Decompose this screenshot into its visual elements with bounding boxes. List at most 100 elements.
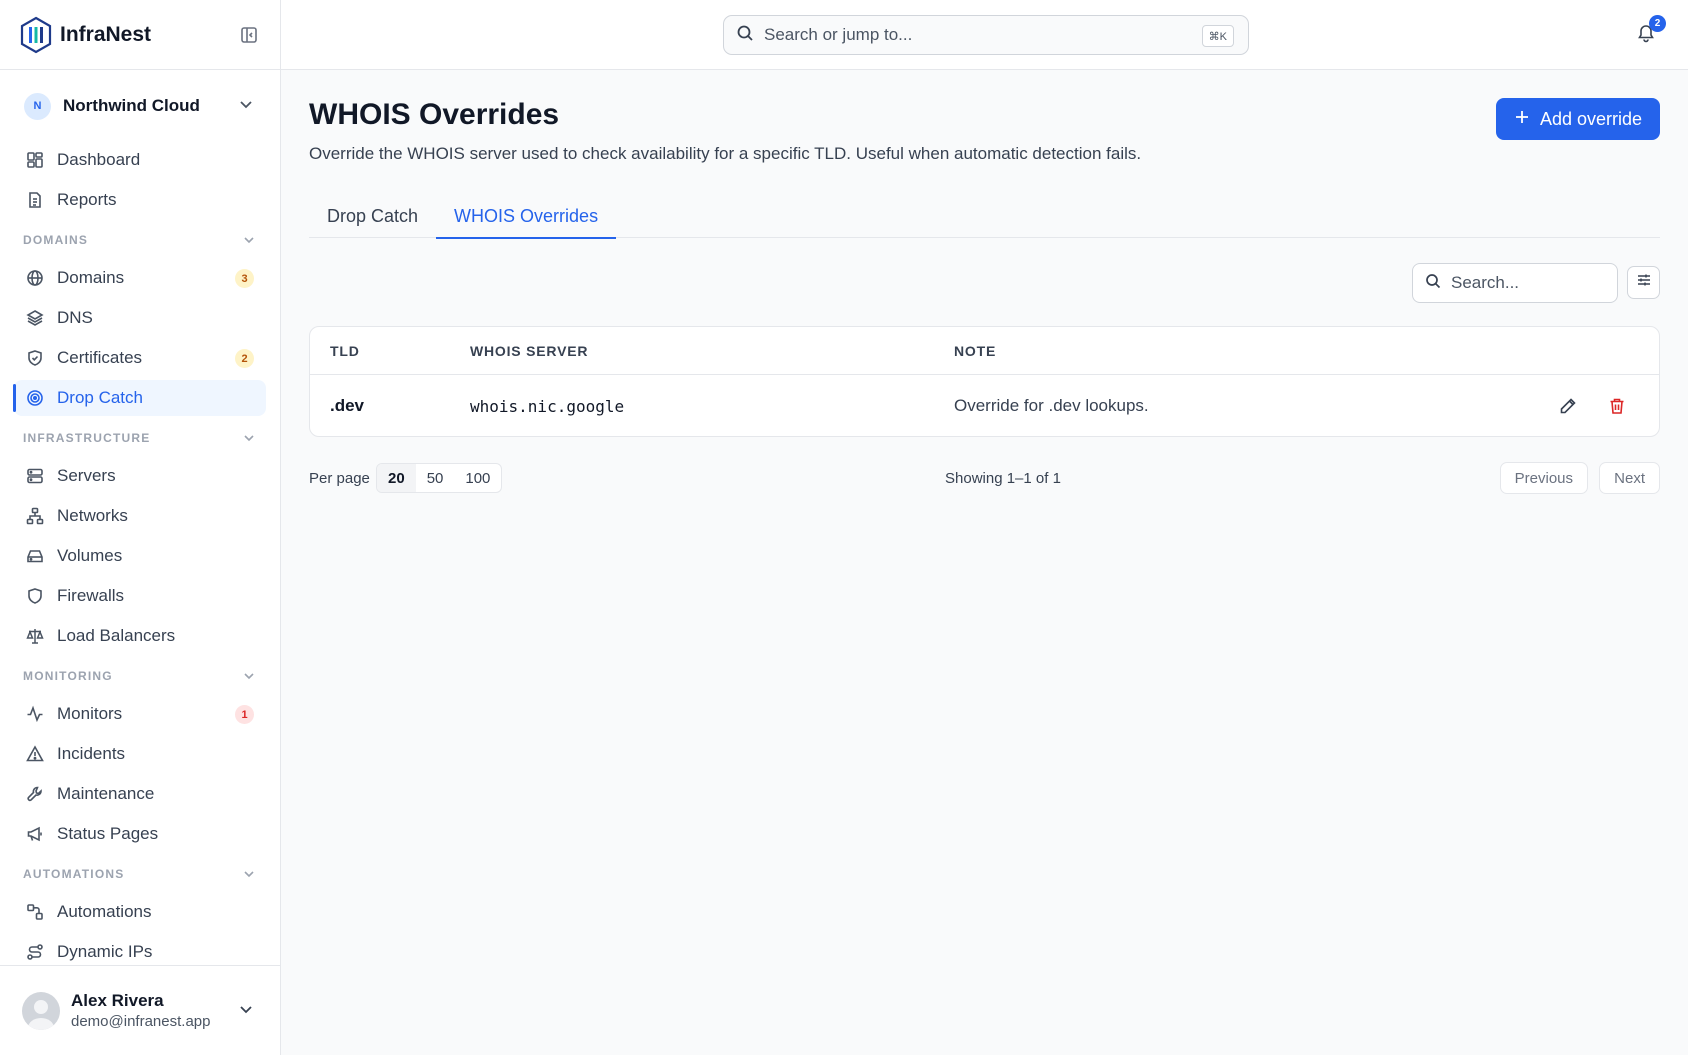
sidebar-item-label: Networks: [57, 506, 128, 525]
sidebar-item-domains[interactable]: Domains 3: [14, 260, 266, 296]
sliders-icon: [1636, 272, 1652, 293]
sidebar-item-label: Servers: [57, 466, 116, 485]
chevron-down-icon: [242, 867, 256, 884]
sidebar-item-label: Dynamic IPs: [57, 942, 153, 961]
sidebar-item-certificates[interactable]: Certificates 2: [14, 340, 266, 376]
section-title: AUTOMATIONS: [23, 867, 125, 881]
sidebar-item-status-pages[interactable]: Status Pages: [14, 816, 266, 852]
avatar: [22, 991, 60, 1030]
cell-whois-server: whois.nic.google: [470, 397, 625, 416]
sidebar-item-networks[interactable]: Networks: [14, 498, 266, 534]
drive-icon: [25, 546, 45, 566]
sidebar-item-label: DNS: [57, 308, 93, 327]
sidebar-item-load-balancers[interactable]: Load Balancers: [14, 618, 266, 654]
cell-note: Override for .dev lookups.: [954, 396, 1149, 415]
search-placeholder: Search...: [1451, 273, 1520, 292]
sidebar-item-label: Firewalls: [57, 586, 125, 605]
app-name: InfraNest: [60, 22, 152, 46]
section-monitoring[interactable]: MONITORING: [14, 658, 266, 694]
org-avatar: N: [24, 92, 51, 120]
count-badge: 3: [235, 269, 254, 288]
sidebar-item-label: Status Pages: [57, 824, 159, 843]
sidebar-item-label: Automations: [57, 902, 152, 921]
scale-icon: [25, 626, 45, 646]
add-override-label: Add override: [1539, 108, 1642, 129]
tab-whois-overrides[interactable]: WHOIS Overrides: [436, 194, 617, 239]
chevron-down-icon: [242, 669, 256, 686]
per-page-option-20[interactable]: 20: [377, 464, 416, 492]
sidebar-item-servers[interactable]: Servers: [14, 458, 266, 494]
table-row[interactable]: .dev whois.nic.google Override for .dev …: [310, 375, 1659, 436]
user-email: demo@infranest.app: [71, 1013, 211, 1030]
next-page-button[interactable]: Next: [1599, 462, 1660, 494]
tab-bar: Drop Catch WHOIS Overrides: [309, 194, 1660, 239]
alert-triangle-icon: [25, 744, 45, 764]
user-name: Alex Rivera: [71, 991, 164, 1010]
tab-drop-catch[interactable]: Drop Catch: [309, 194, 436, 238]
shield-check-icon: [25, 348, 45, 368]
collapse-sidebar-icon[interactable]: [238, 24, 260, 46]
topbar: Search or jump to... ⌘K 2: [281, 0, 1688, 70]
cell-tld: .dev: [330, 396, 365, 415]
column-header-tld[interactable]: TLD: [330, 343, 360, 359]
sidebar-item-label: Reports: [57, 190, 117, 209]
table-search-input[interactable]: Search...: [1412, 263, 1618, 303]
shortcut-hint: ⌘K: [1201, 25, 1234, 47]
route-icon: [25, 942, 45, 962]
per-page-label: Per page: [309, 470, 370, 487]
sidebar-item-label: Volumes: [57, 546, 123, 565]
table-header: TLD WHOIS SERVER NOTE: [310, 327, 1659, 375]
per-page-option-100[interactable]: 100: [454, 464, 501, 492]
edit-icon[interactable]: [1557, 395, 1579, 417]
per-page-selector: 20 50 100: [376, 463, 503, 493]
plus-icon: [1514, 109, 1530, 130]
sidebar-item-dns[interactable]: DNS: [14, 300, 266, 336]
overrides-table: TLD WHOIS SERVER NOTE .dev whois.nic.goo…: [309, 326, 1660, 437]
global-search-input[interactable]: Search or jump to... ⌘K: [723, 15, 1249, 55]
sidebar-item-firewalls[interactable]: Firewalls: [14, 578, 266, 614]
section-title: INFRASTRUCTURE: [23, 431, 151, 445]
previous-page-button[interactable]: Previous: [1499, 462, 1588, 494]
sidebar-item-label: Dashboard: [57, 150, 141, 169]
column-settings-button[interactable]: [1627, 266, 1660, 299]
wrench-icon: [25, 784, 45, 804]
sidebar-item-reports[interactable]: Reports: [14, 182, 266, 218]
sidebar-item-automations[interactable]: Automations: [14, 894, 266, 930]
showing-count: Showing 1–1 of 1: [945, 470, 1061, 487]
sidebar-item-label: Domains: [57, 268, 125, 287]
sidebar-item-label: Incidents: [57, 744, 126, 763]
org-switcher[interactable]: N Northwind Cloud: [0, 70, 280, 142]
layers-icon: [25, 308, 45, 328]
chevron-down-icon: [242, 233, 256, 250]
user-menu[interactable]: Alex Rivera demo@infranest.app: [0, 965, 280, 1055]
add-override-button[interactable]: Add override: [1495, 98, 1660, 140]
sidebar-nav: Dashboard Reports DOMAINS Domains 3 DNS: [0, 142, 280, 970]
trash-icon[interactable]: [1606, 395, 1628, 417]
section-automations[interactable]: AUTOMATIONS: [14, 856, 266, 892]
sidebar-item-label: Certificates: [57, 348, 143, 367]
activity-icon: [25, 704, 45, 724]
sidebar-item-volumes[interactable]: Volumes: [14, 538, 266, 574]
megaphone-icon: [25, 824, 45, 844]
notification-badge: 2: [1649, 15, 1666, 32]
section-title: DOMAINS: [23, 233, 89, 247]
per-page-option-50[interactable]: 50: [416, 464, 455, 492]
sidebar-item-incidents[interactable]: Incidents: [14, 736, 266, 772]
reports-icon: [25, 190, 45, 210]
section-domains[interactable]: DOMAINS: [14, 222, 266, 258]
pagination: Per page 20 50 100 Showing 1–1 of 1 Prev…: [309, 462, 1660, 494]
sidebar-item-drop-catch[interactable]: Drop Catch: [13, 380, 266, 416]
column-header-whois-server[interactable]: WHOIS SERVER: [470, 343, 588, 359]
globe-icon: [25, 268, 45, 288]
chevron-down-icon: [238, 1001, 254, 1022]
workflow-icon: [25, 902, 45, 922]
section-title: MONITORING: [23, 669, 113, 683]
sidebar-item-dashboard[interactable]: Dashboard: [14, 142, 266, 178]
target-icon: [25, 388, 45, 408]
sidebar-item-monitors[interactable]: Monitors 1: [14, 696, 266, 732]
sidebar-item-maintenance[interactable]: Maintenance: [14, 776, 266, 812]
section-infrastructure[interactable]: INFRASTRUCTURE: [14, 420, 266, 456]
infranest-logo-icon[interactable]: [18, 15, 54, 55]
column-header-note[interactable]: NOTE: [954, 343, 996, 359]
chevron-down-icon: [242, 431, 256, 448]
